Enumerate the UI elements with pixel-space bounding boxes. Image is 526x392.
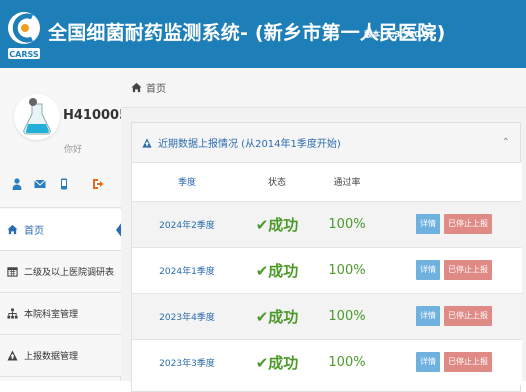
- breadcrumb-home[interactable]: 首页: [146, 80, 166, 95]
- status-success: ✔成功: [255, 261, 299, 280]
- actions-cell: 详情 已停止上报: [382, 338, 522, 385]
- app-header: CARSS 全国细菌耐药监测系统- (新乡市第一人民医院) 版本: 2.3.38…: [0, 0, 526, 68]
- sidebar-item-upload[interactable]: 上报数据管理: [0, 335, 121, 377]
- logo-text: CARSS: [9, 50, 39, 59]
- status-cell: ✔成功: [242, 200, 312, 247]
- quick-actions: [12, 178, 108, 192]
- home-icon: [7, 224, 18, 235]
- quarter-cell: 2024年2季度: [132, 200, 242, 247]
- sidebar-nav: 首页 二级及以上医院调研表 本院科室管理 上报数据管理: [0, 209, 122, 377]
- rate-cell: 100%: [312, 292, 382, 339]
- pass-rate: 100%: [328, 354, 366, 370]
- upload-icon: [7, 350, 18, 361]
- sidebar-item-survey[interactable]: 二级及以上医院调研表: [0, 251, 121, 293]
- version-label: 版本: 2.3.380.89: [364, 30, 435, 39]
- pass-rate: 100%: [328, 216, 366, 232]
- flask-avatar-icon: [16, 96, 58, 138]
- status-success: ✔成功: [255, 307, 299, 326]
- table-row: 2024年2季度 ✔成功 100% 详情 已停止上报: [132, 200, 522, 247]
- user-icon[interactable]: [12, 178, 22, 190]
- logout-icon[interactable]: [92, 178, 104, 190]
- user-id: H410005: [63, 108, 129, 123]
- status-cell: ✔成功: [242, 246, 312, 293]
- sidebar-item-label: 上报数据管理: [24, 352, 79, 362]
- rate-cell: 100%: [312, 200, 382, 247]
- sidebar-item-label: 本院科室管理: [24, 310, 79, 320]
- upload-status-table: 季度 状态 通过率 2024年2季度 ✔成功 100% 详情 已停止上报 2024…: [132, 163, 522, 385]
- stopped-reporting-button[interactable]: 已停止上报: [444, 306, 492, 326]
- column-header-rate: 通过率: [312, 163, 382, 201]
- quarter-cell: 2024年1季度: [132, 246, 242, 293]
- mail-icon[interactable]: [34, 178, 46, 190]
- avatar[interactable]: [16, 96, 58, 138]
- user-profile: H410005 你好: [0, 68, 128, 208]
- pass-rate: 100%: [328, 308, 366, 324]
- column-header-actions: [382, 163, 522, 201]
- sitemap-icon: [7, 308, 18, 319]
- table-row: 2023年3季度 ✔成功 100% 详情 已停止上报: [132, 338, 522, 385]
- detail-button[interactable]: 详情: [416, 352, 440, 373]
- panel-title: 近期数据上报情况 (从2014年1季度开始): [158, 139, 341, 150]
- upload-icon: [142, 137, 152, 148]
- detail-button[interactable]: 详情: [416, 214, 440, 234]
- main-content: 首页 近期数据上报情况 (从2014年1季度开始) ⌃ 季度 状态 通过率 20…: [121, 68, 526, 392]
- stopped-reporting-button[interactable]: 已停止上报: [444, 214, 492, 234]
- phone-icon[interactable]: [59, 178, 69, 190]
- status-success: ✔成功: [255, 353, 299, 372]
- sidebar: H410005 你好 首页 二级及以上医院调研表 本院科室管理 上报数据管理: [0, 68, 128, 381]
- breadcrumb: 首页: [121, 68, 526, 108]
- rate-cell: 100%: [312, 338, 382, 385]
- sidebar-item-home[interactable]: 首页: [0, 209, 122, 251]
- column-header-status: 状态: [242, 163, 312, 201]
- carss-logo: CARSS: [8, 12, 40, 59]
- quarter-cell: 2023年3季度: [132, 338, 242, 385]
- rate-cell: 100%: [312, 246, 382, 293]
- detail-button[interactable]: 详情: [416, 260, 440, 280]
- quarter-cell: 2023年4季度: [132, 292, 242, 339]
- collapse-chevron-icon[interactable]: ⌃: [502, 137, 510, 148]
- table-row: 2023年4季度 ✔成功 100% 详情 已停止上报: [132, 292, 522, 339]
- stopped-reporting-button[interactable]: 已停止上报: [444, 260, 492, 280]
- calendar-icon: [7, 267, 18, 277]
- greeting-text: 你好: [64, 145, 83, 155]
- actions-cell: 详情 已停止上报: [382, 246, 522, 293]
- status-cell: ✔成功: [242, 338, 312, 385]
- panel-header: 近期数据上报情况 (从2014年1季度开始) ⌃: [132, 123, 520, 163]
- recent-uploads-panel: 近期数据上报情况 (从2014年1季度开始) ⌃ 季度 状态 通过率 2024年…: [131, 122, 522, 392]
- stopped-reporting-button[interactable]: 已停止上报: [444, 352, 492, 373]
- actions-cell: 详情 已停止上报: [382, 292, 522, 339]
- status-cell: ✔成功: [242, 292, 312, 339]
- sidebar-item-departments[interactable]: 本院科室管理: [0, 293, 121, 335]
- home-icon: [131, 82, 142, 93]
- sidebar-item-label: 首页: [24, 226, 44, 237]
- actions-cell: 详情 已停止上报: [382, 200, 522, 247]
- pass-rate: 100%: [328, 262, 366, 278]
- detail-button[interactable]: 详情: [416, 306, 440, 326]
- column-header-quarter: 季度: [132, 163, 242, 201]
- sidebar-item-label: 二级及以上医院调研表: [24, 268, 115, 278]
- status-success: ✔成功: [255, 215, 299, 234]
- table-row: 2024年1季度 ✔成功 100% 详情 已停止上报: [132, 246, 522, 293]
